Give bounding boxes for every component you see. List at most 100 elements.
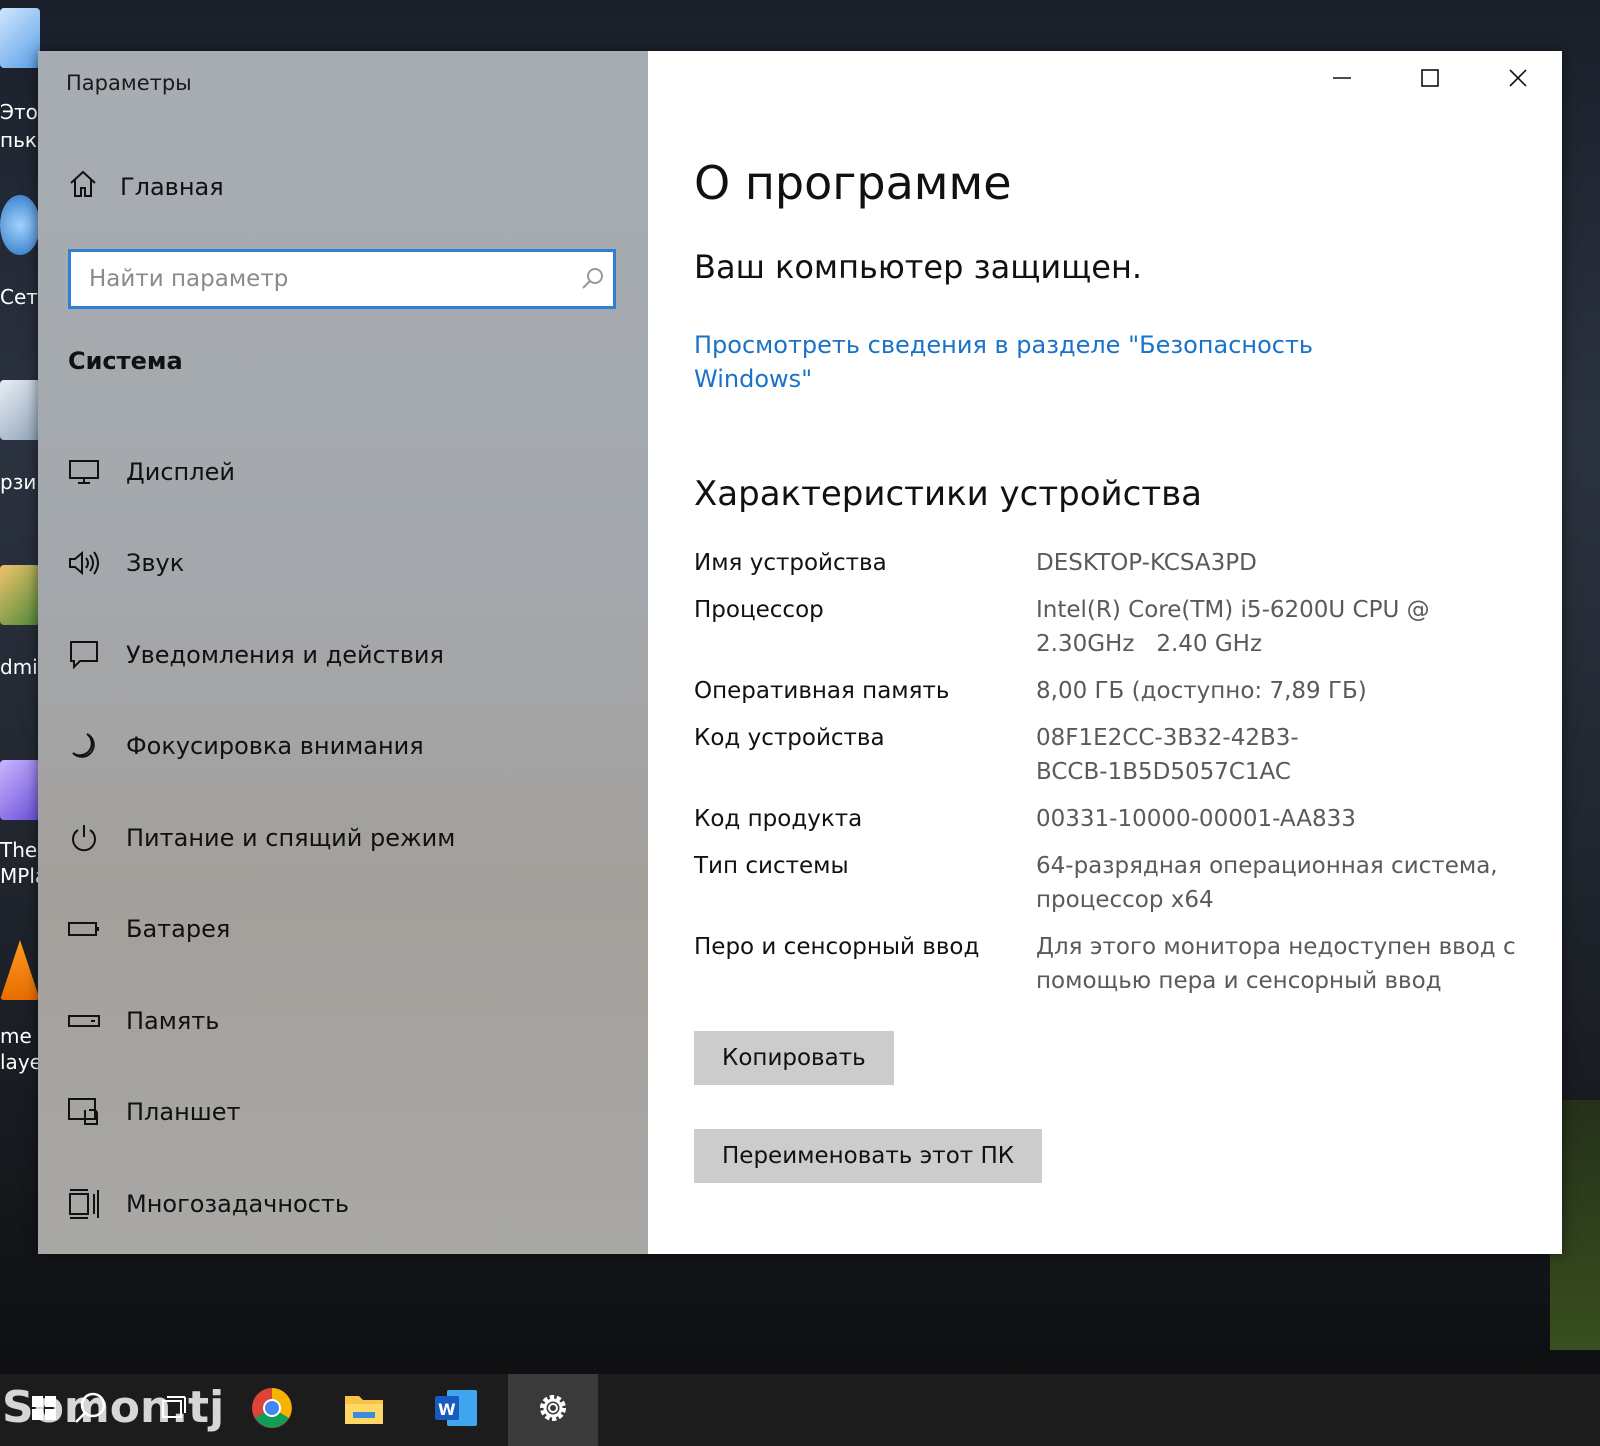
spec-value: 8,00 ГБ (доступно: 7,89 ГБ) (1036, 678, 1367, 704)
spec-row: Процессор Intel(R) Core(TM) i5-6200U CPU… (694, 593, 1524, 661)
spec-key: Процессор (694, 597, 824, 623)
sidebar-item-display[interactable]: Дисплей (66, 426, 626, 518)
home-label: Главная (120, 173, 224, 201)
search-input[interactable] (71, 265, 573, 293)
desktop-label: рзи (0, 470, 37, 494)
desktop-label: me (0, 1024, 32, 1048)
network-desktop-icon[interactable] (0, 195, 40, 255)
spec-value: Intel(R) Core(TM) i5-6200U CPU @ 2.30GHz… (1036, 597, 1437, 657)
spec-key: Оперативная память (694, 678, 950, 704)
spec-key: Код продукта (694, 806, 863, 832)
power-icon (66, 820, 102, 856)
watermark: Somon.tj (2, 1382, 225, 1433)
spec-value: 00331-10000-00001-AA833 (1036, 806, 1356, 832)
sidebar-item-notifications[interactable]: Уведомления и действия (66, 609, 626, 701)
desktop-label: dmi (0, 655, 38, 679)
recycle-bin-desktop-icon[interactable] (0, 380, 40, 440)
copy-button[interactable]: Копировать (694, 1031, 894, 1085)
sidebar-item-label: Питание и спящий режим (126, 823, 456, 852)
word-taskbar-button[interactable]: W (412, 1374, 500, 1446)
search-icon[interactable] (573, 267, 613, 291)
file-explorer-icon (343, 1390, 385, 1430)
desktop-label: laye (0, 1050, 40, 1074)
window-controls (1298, 51, 1562, 109)
desktop-label: MPla (0, 864, 40, 888)
close-icon (1508, 68, 1528, 92)
speaker-icon (66, 545, 102, 581)
window-title: Параметры (66, 71, 192, 95)
vlc-desktop-icon[interactable] (0, 940, 40, 1000)
home-icon (68, 169, 98, 205)
storage-icon (66, 1003, 102, 1039)
sidebar-item-battery[interactable]: Батарея (66, 884, 626, 976)
multitasking-icon (66, 1186, 102, 1222)
desktop-label: Сеть (0, 285, 40, 309)
sidebar-item-label: Звук (126, 549, 185, 578)
spec-row: Оперативная память 8,00 ГБ (доступно: 7,… (694, 674, 1524, 708)
tablet-icon (66, 1094, 102, 1130)
sidebar-item-label: Батарея (126, 915, 231, 944)
spec-key: Имя устройства (694, 550, 887, 576)
spec-value: 64-разрядная операционная система, проце… (1036, 853, 1498, 913)
settings-gear-icon (534, 1389, 572, 1431)
settings-taskbar-button[interactable] (508, 1374, 598, 1446)
page-title: О программе (694, 156, 1012, 210)
device-specs-table: Имя устройства DESKTOP-KCSA3PD Процессор… (694, 546, 1524, 998)
sidebar-item-label: Фокусировка внимания (126, 732, 424, 761)
rename-pc-button[interactable]: Переименовать этот ПК (694, 1129, 1043, 1183)
spec-key: Перо и сенсорный ввод (694, 934, 980, 960)
sidebar-item-label: Планшет (126, 1098, 241, 1127)
spec-row: Тип системы 64-разрядная операционная си… (694, 849, 1524, 917)
svg-text:W: W (438, 1400, 456, 1419)
section-title: Система (68, 347, 183, 375)
this-pc-desktop-icon[interactable] (0, 8, 40, 68)
spec-value: DESKTOP-KCSA3PD (1036, 550, 1257, 576)
notification-icon (66, 637, 102, 673)
chrome-taskbar-button[interactable] (228, 1374, 316, 1446)
moon-icon (66, 728, 102, 764)
spec-value: Для этого монитора недоступен ввод с пом… (1036, 934, 1516, 994)
search-box[interactable] (68, 249, 616, 309)
admin-desktop-icon[interactable] (0, 565, 40, 625)
maximize-button[interactable] (1386, 51, 1474, 109)
spec-value: 08F1E2CC-3B32-42B3-BCCB-1B5D5057C1AC (1036, 725, 1299, 785)
spec-row: Код продукта 00331-10000-00001-AA833 (694, 802, 1524, 836)
minimize-icon (1332, 68, 1352, 92)
sidebar-item-focus-assist[interactable]: Фокусировка внимания (66, 701, 626, 793)
word-icon: W (433, 1388, 479, 1432)
sidebar-item-label: Уведомления и действия (126, 640, 444, 669)
sidebar-item-power[interactable]: Питание и спящий режим (66, 792, 626, 884)
close-button[interactable] (1474, 51, 1562, 109)
sidebar-item-label: Память (126, 1006, 220, 1035)
minimize-button[interactable] (1298, 51, 1386, 109)
protection-status: Ваш компьютер защищен. (694, 248, 1143, 286)
sidebar-item-label: Многозадачность (126, 1189, 350, 1218)
sidebar-item-storage[interactable]: Память (66, 975, 626, 1067)
taskbar: W (0, 1374, 1600, 1446)
file-explorer-taskbar-button[interactable] (320, 1374, 408, 1446)
media-player-desktop-icon[interactable] (0, 760, 40, 820)
device-specs-title: Характеристики устройства (694, 474, 1202, 514)
sidebar-item-multitasking[interactable]: Многозадачность (66, 1158, 626, 1250)
home-nav-item[interactable]: Главная (68, 169, 224, 205)
battery-icon (66, 911, 102, 947)
spec-key: Тип системы (694, 853, 849, 879)
maximize-icon (1420, 68, 1440, 92)
spec-key: Код устройства (694, 725, 885, 751)
about-page: О программе Ваш компьютер защищен. Просм… (648, 51, 1562, 1254)
settings-window: Параметры Главная Система Дисплей (38, 51, 1562, 1254)
desktop-label: пьк (0, 128, 37, 152)
sidebar-item-label: Дисплей (126, 457, 235, 486)
chrome-icon (250, 1386, 294, 1434)
display-icon (66, 454, 102, 490)
sidebar-item-tablet[interactable]: Планшет (66, 1067, 626, 1159)
spec-row: Код устройства 08F1E2CC-3B32-42B3-BCCB-1… (694, 721, 1524, 789)
desktop-label: Этот (0, 100, 40, 124)
sidebar-nav: Дисплей Звук Уведомления и действия Фоку… (66, 426, 626, 1250)
windows-security-link[interactable]: Просмотреть сведения в разделе "Безопасн… (694, 328, 1314, 396)
spec-row: Имя устройства DESKTOP-KCSA3PD (694, 546, 1524, 580)
desktop-label: The (0, 838, 38, 862)
sidebar-item-sound[interactable]: Звук (66, 518, 626, 610)
about-content: О программе Ваш компьютер защищен. Просм… (694, 156, 1516, 1183)
settings-sidebar: Параметры Главная Система Дисплей (38, 51, 648, 1254)
